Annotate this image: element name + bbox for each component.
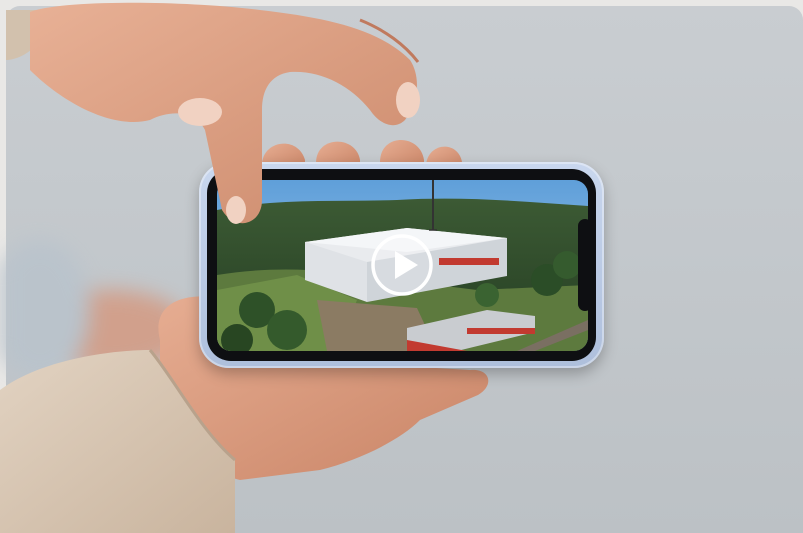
photo-scene (0, 0, 803, 533)
top-hand (6, 2, 420, 224)
